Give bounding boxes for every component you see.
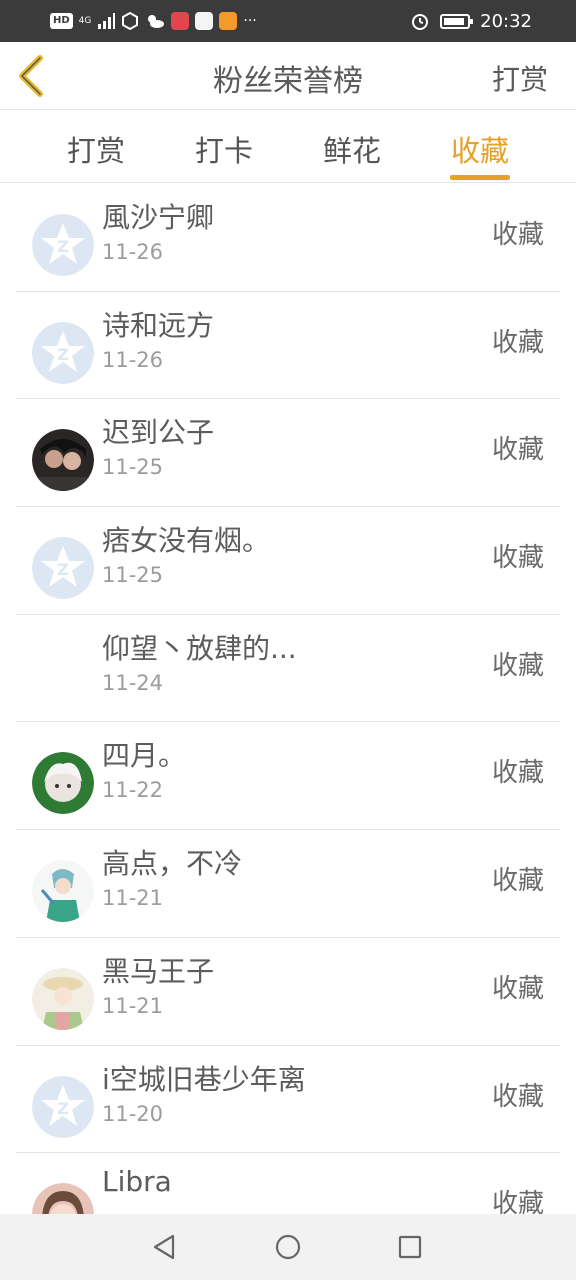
reader-app-icon: [171, 12, 190, 30]
home-circle-icon[interactable]: [272, 1231, 304, 1263]
huawei-app-icon: [195, 12, 214, 30]
list-item[interactable]: Z 痞女没有烟。 11-25 收藏: [16, 507, 560, 615]
system-nav-bar: [0, 1214, 576, 1280]
svg-text:Z: Z: [57, 345, 69, 364]
fan-name: Libra: [102, 1165, 172, 1199]
signal-label: 4G: [78, 16, 92, 26]
fan-name: 仰望丶放肆的...: [102, 631, 297, 665]
illustration-avatar: [32, 1183, 94, 1214]
default-qq-avatar-icon: Z: [32, 537, 94, 600]
list-item[interactable]: Z 風沙宁卿 11-26 收藏: [16, 184, 560, 292]
fan-name: 高点，不冷: [102, 847, 243, 881]
fan-name: 诗和远方: [102, 308, 215, 342]
svg-text:Z: Z: [57, 237, 69, 256]
fan-action: 收藏: [491, 435, 544, 466]
svg-text:Z: Z: [57, 560, 69, 579]
fan-date: 11-21: [102, 886, 164, 911]
back-triangle-icon[interactable]: [149, 1231, 181, 1263]
list-item[interactable]: 四月。 11-22 收藏: [16, 722, 560, 831]
fan-action: 收藏: [491, 866, 544, 897]
battery-icon: [440, 13, 474, 29]
fan-name: 痞女没有烟。: [102, 524, 271, 558]
fan-action: 收藏: [491, 543, 544, 574]
status-bar-right: 20:32: [410, 8, 532, 34]
fan-name: 黑马王子: [102, 954, 215, 988]
fan-date: 11-21: [102, 993, 164, 1018]
signal-icon: [98, 13, 116, 29]
fan-action: 收藏: [491, 327, 544, 358]
alarm-clock-icon: [412, 14, 429, 30]
fan-date: 11-25: [102, 563, 164, 588]
fan-date: 11-24: [102, 670, 164, 695]
anime-avatar: [32, 860, 94, 923]
more-indicator: ···: [243, 13, 257, 29]
tab-checkin[interactable]: 打卡: [174, 128, 274, 170]
fan-date: 11-20: [102, 1101, 164, 1126]
fan-list: Z 風沙宁卿 11-26 收藏 Z 诗和远方 11-26 收藏 迟到公子 11-…: [0, 184, 576, 1214]
fan-date: 11-22: [102, 778, 164, 803]
list-item[interactable]: 高点，不冷 11-21 收藏: [16, 830, 560, 938]
default-qq-avatar-icon: Z: [32, 214, 94, 276]
default-qq-avatar-icon: Z: [32, 321, 94, 384]
tab-favorites[interactable]: 收藏: [430, 128, 530, 170]
hd-badge: HD: [50, 13, 73, 29]
list-item[interactable]: Libra 收藏: [16, 1153, 560, 1214]
tab-reward[interactable]: 打赏: [46, 128, 146, 170]
fan-action: 收藏: [491, 220, 544, 250]
fan-date: 11-26: [102, 347, 164, 372]
tab-flowers[interactable]: 鲜花: [302, 128, 402, 170]
fan-action: 收藏: [491, 973, 544, 1004]
fan-name: 四月。: [102, 739, 187, 773]
page-title: 粉丝荣誉榜: [213, 64, 363, 99]
tab-bar: 打赏 打卡 鲜花 收藏: [0, 110, 576, 183]
clock-time: 20:32: [480, 10, 532, 32]
photo-avatar: [32, 429, 94, 492]
fan-action: 收藏: [491, 650, 544, 681]
status-bar: HD 4G ··· 20:32: [0, 0, 576, 42]
fan-action: 收藏: [491, 758, 544, 789]
fan-name: 風沙宁卿: [102, 201, 215, 234]
blank-avatar: [32, 644, 94, 707]
active-tab-indicator: [450, 175, 510, 180]
list-item[interactable]: 仰望丶放肆的... 11-24 收藏: [16, 615, 560, 723]
list-item[interactable]: 黑马王子 11-21 收藏: [16, 938, 560, 1046]
list-item[interactable]: Z 诗和远方 11-26 收藏: [16, 292, 560, 400]
fan-date: 11-25: [102, 455, 164, 480]
fan-date: 11-26: [102, 240, 164, 264]
video-app-icon: [219, 12, 238, 30]
anime-avatar: [32, 752, 94, 815]
svg-text:Z: Z: [57, 1099, 69, 1118]
app-header: 粉丝荣誉榜 打赏: [0, 42, 576, 110]
reward-button[interactable]: 打赏: [492, 58, 548, 98]
list-item[interactable]: 迟到公子 11-25 收藏: [16, 399, 560, 508]
hexagon-app-icon: [122, 12, 139, 30]
fan-action: 收藏: [491, 1189, 544, 1214]
list-item[interactable]: Z i空城旧巷少年离 11-20 收藏: [16, 1046, 560, 1154]
anime-avatar: [32, 967, 94, 1030]
recents-square-icon[interactable]: [394, 1231, 426, 1263]
fan-name: 迟到公子: [102, 416, 215, 450]
default-qq-avatar-icon: Z: [32, 1075, 94, 1138]
fan-action: 收藏: [491, 1081, 544, 1112]
status-bar-left: HD 4G ···: [50, 10, 257, 32]
weather-icon: [148, 15, 165, 28]
fan-name: i空城旧巷少年离: [102, 1062, 306, 1096]
